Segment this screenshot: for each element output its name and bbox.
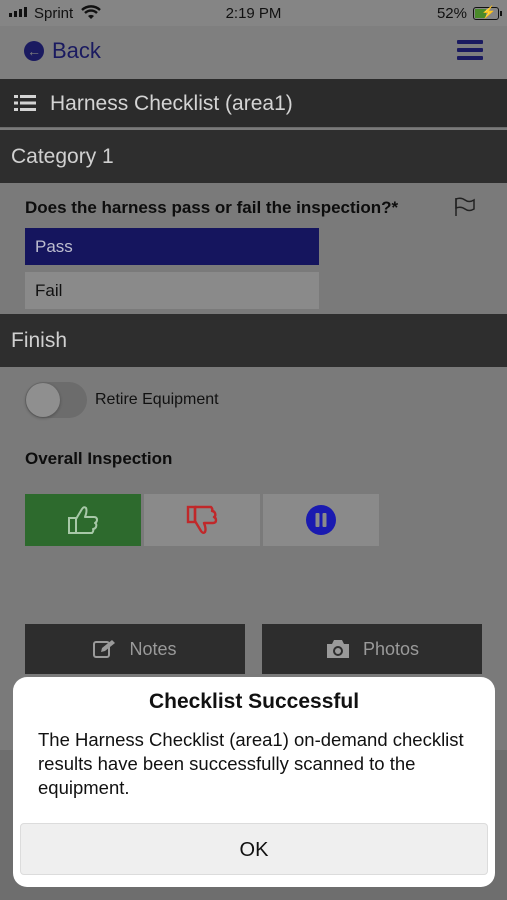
retire-equipment-toggle[interactable] xyxy=(25,382,87,418)
clock: 2:19 PM xyxy=(225,5,282,22)
thumbs-up-icon xyxy=(68,506,98,534)
rating-hold-button[interactable] xyxy=(263,494,379,546)
success-alert-dialog: Checklist Successful The Harness Checkli… xyxy=(13,677,495,887)
inspection-question: Does the harness pass or fail the inspec… xyxy=(25,198,399,217)
finish-header: Finish xyxy=(0,314,507,367)
pause-icon xyxy=(306,505,336,535)
edit-icon xyxy=(93,640,116,658)
camera-icon xyxy=(326,640,349,658)
option-fail[interactable]: Fail xyxy=(25,272,319,309)
overall-inspection-label: Overall Inspection xyxy=(25,449,173,468)
arrow-left-circle-icon: ← xyxy=(24,41,44,61)
flag-icon[interactable] xyxy=(454,197,476,217)
page-header: Harness Checklist (area1) xyxy=(0,79,507,128)
ok-button[interactable]: OK xyxy=(20,823,488,875)
hamburger-menu-icon[interactable] xyxy=(457,40,483,60)
category-header: Category 1 xyxy=(0,130,507,183)
nav-bar: ← Back xyxy=(0,26,507,79)
status-bar: Sprint 2:19 PM 52% ⚡ xyxy=(0,0,507,26)
page-title: Harness Checklist (area1) xyxy=(50,92,293,115)
thumbs-down-icon xyxy=(186,505,218,534)
rating-pass-button[interactable] xyxy=(25,494,141,546)
alert-title: Checklist Successful xyxy=(148,690,360,713)
back-button[interactable]: ← Back xyxy=(24,38,101,64)
list-icon xyxy=(14,95,36,111)
notes-label: Notes xyxy=(129,638,177,659)
battery-charging-icon: ⚡ xyxy=(473,5,502,20)
toggle-knob xyxy=(26,383,60,417)
alert-message: The Harness Checklist (area1) on-demand … xyxy=(38,729,464,798)
rating-fail-button[interactable] xyxy=(144,494,260,546)
battery-percent: 52% xyxy=(436,5,467,22)
notes-button[interactable]: Notes xyxy=(25,624,245,674)
photos-button[interactable]: Photos xyxy=(262,624,482,674)
photos-label: Photos xyxy=(362,638,420,659)
back-label: Back xyxy=(52,38,101,63)
retire-equipment-label: Retire Equipment xyxy=(95,391,219,408)
option-pass[interactable]: Pass xyxy=(25,228,319,265)
